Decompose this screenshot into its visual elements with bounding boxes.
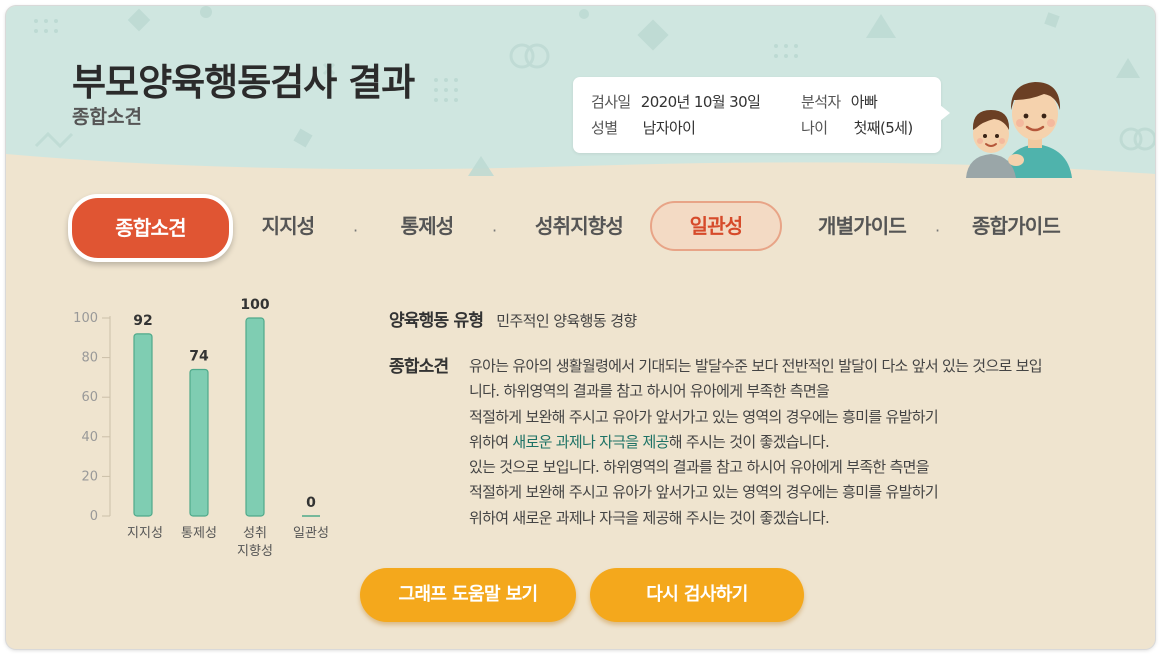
x-tick-label: 통제성 bbox=[181, 526, 217, 541]
result-card: 부모양육행동검사 결과 종합소견 검사일 2020년 10월 30일 분석자 아… bbox=[6, 6, 1155, 649]
analyst-label: 분석자 bbox=[801, 93, 841, 111]
y-tick-label: 100 bbox=[73, 311, 98, 326]
graph-help-button[interactable]: 그래프 도움말 보기 bbox=[360, 568, 576, 622]
x-tick-label: 일관성 bbox=[293, 526, 329, 541]
bar-2 bbox=[245, 317, 265, 517]
test-info-card: 검사일 2020년 10월 30일 분석자 아빠 성별 남자아이 나이 첫째(5… bbox=[573, 77, 950, 153]
analyst-value: 아빠 bbox=[850, 93, 878, 111]
summary-text: 유아는 유아의 생활월령에서 기대되는 발달수준 보다 전반적인 발달이 다소 … bbox=[469, 354, 1109, 531]
test-date-value: 2020년 10월 30일 bbox=[640, 93, 761, 111]
summary-line: 유아는 유아의 생활월령에서 기대되는 발달수준 보다 전반적인 발달이 다소 … bbox=[469, 357, 1043, 375]
tab-overall-summary[interactable]: 종합소견 bbox=[68, 194, 233, 262]
test-date-label: 검사일 bbox=[591, 93, 631, 111]
tab-separator: · bbox=[935, 221, 941, 240]
x-tick-label: 지향성 bbox=[237, 544, 273, 559]
y-tick-label: 20 bbox=[81, 469, 98, 484]
gender-label: 성별 bbox=[591, 119, 618, 137]
x-tick-label: 지지성 bbox=[127, 526, 163, 541]
age-value: 첫째(5세) bbox=[853, 119, 914, 137]
bar-value-label: 100 bbox=[240, 297, 269, 313]
parenting-type-value: 민주적인 양육행동 경향 bbox=[496, 312, 637, 330]
tab-separator: · bbox=[492, 221, 498, 240]
score-bar-chart: 0 20 40 60 80 100 92 지지성 74 통제성 100 성취지향성 0 일관성 bbox=[73, 297, 329, 559]
parent-child-illustration bbox=[966, 82, 1072, 178]
tab-individual-guide[interactable]: 개별가이드 bbox=[806, 194, 918, 258]
tab-control[interactable]: 통제성 bbox=[389, 194, 465, 258]
summary-text-fragment: 위하여 bbox=[469, 432, 513, 451]
summary-highlight: 새로운 과제나 자극을 제공 bbox=[512, 432, 669, 451]
x-tick-label: 성취 bbox=[243, 526, 267, 541]
bar-0 bbox=[133, 333, 153, 517]
summary-line: 적절하게 보완해 주시고 유아가 앞서가고 있는 영역의 경우에는 흥미를 유발… bbox=[469, 483, 939, 502]
tab-support[interactable]: 지지성 bbox=[250, 194, 326, 258]
tab-consistency[interactable]: 일관성 bbox=[650, 201, 782, 251]
retest-button[interactable]: 다시 검사하기 bbox=[590, 568, 804, 622]
result-tab-bar: 종합소견 지지성 · 통제성 · 성취지향성 일관성 개별가이드 · 종합가이드 bbox=[6, 194, 1155, 262]
summary-line: 위하여 새로운 과제나 자극을 제공해 주시는 것이 좋겠습니다. bbox=[469, 508, 830, 527]
summary-line: 적절하게 보완해 주시고 유아가 앞서가고 있는 영역의 경우에는 흥미를 유발… bbox=[469, 407, 939, 426]
parenting-type-label: 양육행동 유형 bbox=[389, 311, 484, 331]
summary-label: 종합소견 bbox=[389, 357, 449, 377]
header-banner: 부모양육행동검사 결과 종합소견 검사일 2020년 10월 30일 분석자 아… bbox=[6, 6, 1155, 186]
parenting-type-row: 양육행동 유형 민주적인 양육행동 경향 bbox=[389, 306, 637, 331]
y-tick-label: 40 bbox=[81, 430, 98, 445]
age-label: 나이 bbox=[801, 119, 828, 137]
summary-line: 있는 것으로 보입니다. 하위영역의 결과를 참고 하시어 유아에게 부족한 측… bbox=[469, 458, 930, 477]
summary-line: 위하여 새로운 과제나 자극을 제공해 주시는 것이 좋겠습니다. bbox=[469, 430, 1109, 455]
bar-value-label: 74 bbox=[189, 348, 209, 364]
y-tick-label: 80 bbox=[81, 351, 98, 366]
page-title: 부모양육행동검사 결과 bbox=[72, 61, 415, 104]
gender-value: 남자아이 bbox=[642, 119, 696, 137]
tab-achievement[interactable]: 성취지향성 bbox=[519, 194, 639, 258]
page-subtitle: 종합소견 bbox=[72, 106, 142, 128]
bar-1 bbox=[189, 368, 209, 517]
bar-value-label: 0 bbox=[306, 495, 316, 511]
summary-text-fragment: 해 주시는 것이 좋겠습니다. bbox=[668, 432, 830, 451]
summary-line: 니다. 하위영역의 결과를 참고 하시어 유아에게 부족한 측면을 bbox=[469, 382, 830, 401]
tab-overall-guide[interactable]: 종합가이드 bbox=[960, 194, 1072, 258]
bar-value-label: 92 bbox=[133, 313, 152, 329]
y-tick-label: 60 bbox=[81, 390, 98, 405]
tab-separator: · bbox=[353, 221, 359, 240]
y-tick-label: 0 bbox=[90, 509, 98, 524]
